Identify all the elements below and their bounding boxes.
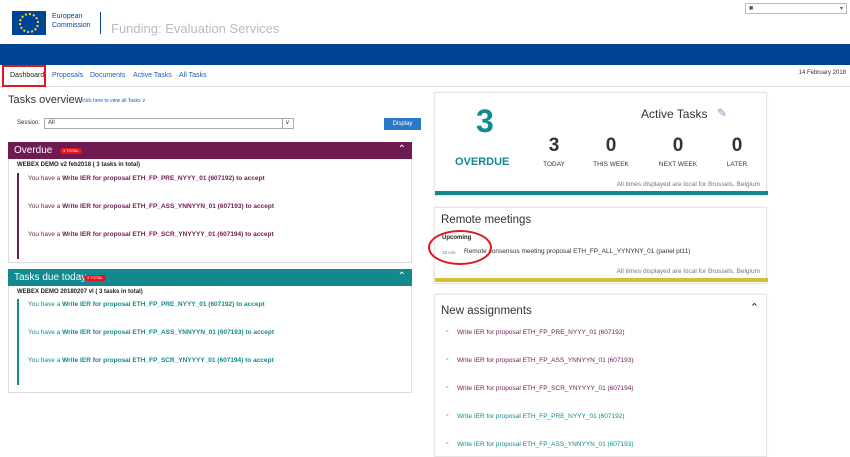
due-today-group-label: WEBEX DEMO 20180207 vl ( 3 tasks in tota…: [17, 289, 143, 295]
header: European Commission Funding: Evaluation …: [0, 0, 850, 44]
stat-today: 3 TODAY: [543, 135, 565, 168]
session-select[interactable]: All ∨: [44, 118, 294, 129]
overdue-section-header[interactable]: Overdue 3 TOTAL ⌃: [8, 142, 412, 159]
assignment-item[interactable]: Write IER for proposal ETH_FP_PRE_NYYY_0…: [446, 328, 624, 336]
active-tasks-card: 3 OVERDUE Active Tasks ✎ 3 TODAY 0 THIS …: [434, 92, 768, 196]
overdue-label: OVERDUE: [455, 156, 510, 168]
tab-all-tasks[interactable]: All Tasks: [179, 72, 207, 79]
chevron-down-icon: ∨: [282, 119, 292, 128]
display-button[interactable]: Display: [384, 118, 421, 130]
overdue-section-body: WEBEX DEMO v2 feb2018 ( 3 tasks in total…: [8, 159, 412, 263]
eu-flag-icon: [12, 11, 46, 35]
tab-proposals[interactable]: Proposals: [52, 72, 83, 79]
european-commission-logo[interactable]: European Commission: [12, 9, 112, 39]
stat-later: 0 LATER: [726, 135, 748, 168]
overdue-title: Overdue: [14, 145, 53, 156]
due-today-section-body: WEBEX DEMO 20180207 vl ( 3 tasks in tota…: [8, 286, 412, 393]
session-label: Session:: [17, 120, 41, 126]
task-item[interactable]: You have a Write IER for proposal ETH_FP…: [28, 301, 265, 308]
org-name: European Commission: [52, 13, 91, 29]
main-nav: Dashboard Proposals Documents Active Tas…: [0, 67, 850, 87]
user-icon: ■: [749, 5, 754, 12]
view-all-tasks-link[interactable]: click here to view all Tasks ∨: [82, 98, 146, 104]
stat-next-week: 0 NEXT WEEK: [658, 135, 698, 168]
tasks-overview-panel: Tasks overview click here to view all Ta…: [8, 93, 421, 393]
pencil-icon[interactable]: ✎: [717, 106, 727, 120]
overdue-badge: 3 TOTAL: [60, 148, 82, 154]
chevron-up-icon[interactable]: ⌃: [398, 271, 406, 282]
tab-documents[interactable]: Documents: [90, 72, 125, 79]
remote-meetings-bar: [435, 278, 768, 282]
highlight-circle: [428, 230, 492, 265]
tab-active-tasks[interactable]: Active Tasks: [133, 72, 172, 79]
assignment-item[interactable]: Write IER for proposal ETH_FP_ASS_YNNYYN…: [446, 356, 634, 364]
app-title: Funding: Evaluation Services: [111, 21, 280, 36]
task-item[interactable]: You have a Write IER for proposal ETH_FP…: [28, 329, 274, 336]
remote-meetings-title: Remote meetings: [441, 214, 532, 226]
overdue-group-label: WEBEX DEMO v2 feb2018 ( 3 tasks in total…: [17, 162, 141, 168]
stat-this-week: 0 THIS WEEK: [593, 135, 629, 168]
chevron-up-icon[interactable]: ⌃: [750, 301, 759, 314]
header-band: [0, 44, 850, 65]
assignment-item[interactable]: Write IER for proposal ETH_FP_SCR_YNYYYY…: [446, 384, 634, 392]
timezone-note: All times displayed are local for Brusse…: [616, 181, 760, 188]
timezone-note: All times displayed are local for Brusse…: [616, 268, 760, 275]
task-item[interactable]: You have a Write IER for proposal ETH_FP…: [28, 203, 274, 210]
assignment-item[interactable]: Write IER for proposal ETH_FP_PRE_NYYY_0…: [446, 412, 624, 420]
overdue-accent-bar: [17, 173, 19, 259]
chevron-down-icon: ▾: [839, 6, 843, 12]
current-date: 14 February 2018: [798, 70, 846, 76]
due-today-badge: 3 TOTAL: [84, 275, 106, 281]
task-item[interactable]: You have a Write IER for proposal ETH_FP…: [28, 231, 274, 238]
due-today-title: Tasks due today: [14, 272, 87, 283]
meeting-item[interactable]: Remote consensus meeting proposal ETH_FP…: [464, 248, 690, 255]
tasks-overview-title: Tasks overview: [8, 94, 83, 106]
due-today-section-header[interactable]: Tasks due today 3 TOTAL ⌃: [8, 269, 412, 286]
overdue-count: 3: [476, 103, 494, 139]
session-value: All: [48, 120, 55, 126]
active-tasks-bar: [435, 191, 768, 195]
new-assignments-card: New assignments ⌃ Write IER for proposal…: [434, 294, 767, 457]
assignment-item[interactable]: Write IER for proposal ETH_FP_ASS_YNNYYN…: [446, 440, 634, 448]
new-assignments-title: New assignments: [441, 305, 532, 317]
highlight-box: [2, 65, 46, 87]
user-menu-select[interactable]: ■ ▾: [745, 3, 847, 14]
chevron-up-icon[interactable]: ⌃: [398, 144, 406, 155]
task-item[interactable]: You have a Write IER for proposal ETH_FP…: [28, 175, 265, 182]
header-divider: [100, 12, 101, 34]
active-tasks-title: Active Tasks: [641, 107, 708, 121]
task-item[interactable]: You have a Write IER for proposal ETH_FP…: [28, 357, 274, 364]
due-today-accent-bar: [17, 299, 19, 385]
